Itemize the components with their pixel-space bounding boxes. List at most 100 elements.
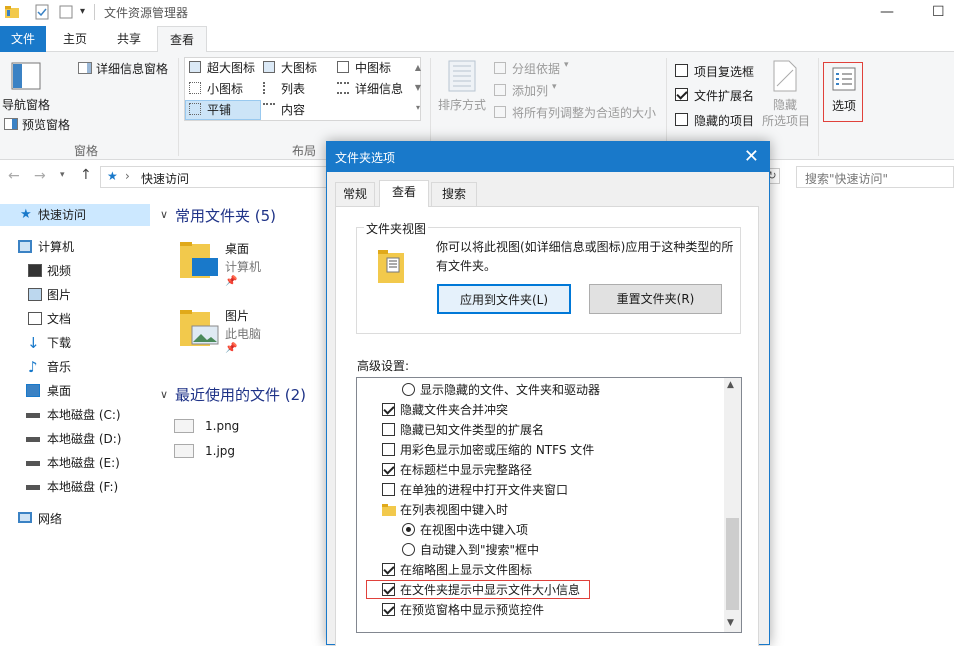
- scrollbar-thumb[interactable]: [726, 518, 739, 610]
- collapse-chevron-icon[interactable]: ∨: [160, 208, 168, 221]
- minimize-button[interactable]: —: [880, 4, 894, 20]
- tab-view[interactable]: 查看: [157, 26, 207, 53]
- maximize-button[interactable]: ☐: [932, 4, 945, 20]
- file-extensions-checkbox[interactable]: [675, 88, 688, 101]
- customize-quick-access-icon[interactable]: ▾: [80, 6, 85, 17]
- sidebar-item-documents[interactable]: 文档: [0, 308, 150, 330]
- title-divider: [94, 4, 95, 20]
- tiles-icon: [189, 103, 201, 115]
- back-arrow-icon[interactable]: ←: [8, 168, 20, 184]
- ribbon-tabs: 文件 主页 共享 查看: [0, 26, 954, 53]
- sidebar-item-drive-c[interactable]: 本地磁盘 (C:): [0, 404, 150, 426]
- sidebar-item-music[interactable]: ♪ 音乐: [0, 356, 150, 378]
- layout-small-icons[interactable]: 小图标: [207, 80, 243, 97]
- add-columns-label[interactable]: 添加列: [512, 82, 548, 99]
- sidebar-item-pictures[interactable]: 图片: [0, 284, 150, 306]
- radio-button[interactable]: [402, 523, 415, 536]
- setting-label: 显示隐藏的文件、文件夹和驱动器: [420, 383, 601, 397]
- frequent-folders-header[interactable]: 常用文件夹 (5): [175, 205, 276, 226]
- layout-group-label: 布局: [292, 144, 317, 158]
- layout-gallery: 超大图标 大图标 中图标 小图标 列表 详细信息 平铺 内容: [184, 57, 421, 121]
- tab-home[interactable]: 主页: [52, 26, 98, 52]
- checkbox[interactable]: [382, 603, 395, 616]
- checkbox[interactable]: [382, 563, 395, 576]
- recent-files-header[interactable]: 最近使用的文件 (2): [175, 384, 306, 405]
- sidebar-item-network[interactable]: 网络: [0, 508, 150, 530]
- folder-name: 桌面: [225, 242, 250, 256]
- radio-button[interactable]: [402, 543, 415, 556]
- pin-icon: 📌: [225, 343, 238, 354]
- sidebar-item-quick-access[interactable]: ★ 快速访问: [0, 204, 150, 226]
- tab-general[interactable]: 常规: [335, 182, 375, 206]
- setting-label: 在列表视图中键入时: [400, 503, 509, 517]
- hidden-items-checkbox[interactable]: [675, 113, 688, 126]
- item-checkboxes-checkbox[interactable]: [675, 64, 688, 77]
- sidebar-item-label: 计算机: [38, 240, 75, 254]
- layout-tiles[interactable]: 平铺: [207, 101, 231, 118]
- dialog-title-bar[interactable]: 文件夹选项 ✕: [327, 142, 769, 172]
- sort-by-label: 排序方式: [438, 98, 487, 112]
- setting-label: 在单独的进程中打开文件夹窗口: [400, 483, 569, 497]
- folder-app-icon: [5, 6, 19, 18]
- settings-scrollbar[interactable]: ▲ ▼: [724, 378, 741, 632]
- folder-location: 计算机: [225, 260, 262, 274]
- sidebar-item-drive-f[interactable]: 本地磁盘 (F:): [0, 476, 150, 498]
- desktop-folder-icon: [180, 242, 218, 278]
- content-area: ∨ 常用文件夹 (5) 桌面 计算机 📌 图片 此电脑 📌 ∨ 最近使用的文件 …: [152, 194, 326, 645]
- layout-list[interactable]: 列表: [281, 80, 305, 97]
- checkbox[interactable]: [382, 483, 395, 496]
- folder-icon: [382, 504, 396, 516]
- sidebar-item-computer[interactable]: 计算机: [0, 236, 150, 258]
- checkbox[interactable]: [382, 403, 395, 416]
- tab-view-options[interactable]: 查看: [379, 180, 429, 207]
- layout-details[interactable]: 详细信息: [355, 80, 403, 97]
- layout-content[interactable]: 内容: [281, 101, 305, 118]
- fit-columns-label[interactable]: 将所有列调整为合适的大小: [512, 104, 656, 121]
- scroll-up-icon[interactable]: ▲: [727, 380, 734, 390]
- search-input[interactable]: 搜索"快速访问": [796, 166, 954, 188]
- tab-share[interactable]: 共享: [106, 26, 152, 52]
- star-icon: ★: [20, 207, 32, 222]
- options-button[interactable]: 选项: [823, 62, 863, 122]
- sidebar-item-desktop[interactable]: 桌面: [0, 380, 150, 402]
- checkbox[interactable]: [382, 463, 395, 476]
- sidebar-item-drive-d[interactable]: 本地磁盘 (D:): [0, 428, 150, 450]
- layout-extra-large-icons[interactable]: 超大图标: [207, 59, 255, 76]
- reset-folders-button[interactable]: 重置文件夹(R): [589, 284, 722, 314]
- hide-selected-label: 隐藏: [773, 98, 798, 112]
- collapse-chevron-icon[interactable]: ∨: [160, 388, 168, 401]
- checkbox[interactable]: [382, 423, 395, 436]
- tab-file[interactable]: 文件: [0, 26, 46, 52]
- nav-pane-icon: [11, 62, 41, 90]
- breadcrumb-quick-access[interactable]: 快速访问: [141, 170, 189, 187]
- view-tab-panel: 文件夹视图 你可以将此视图(如详细信息或图标)应用于这种类型的所有文件夹。 应用…: [335, 206, 759, 646]
- group-by-icon: [494, 62, 506, 74]
- layout-large-icons[interactable]: 大图标: [281, 59, 317, 76]
- network-icon: [18, 512, 32, 523]
- properties-icon[interactable]: [34, 4, 50, 20]
- group-by-label[interactable]: 分组依据: [512, 60, 560, 77]
- new-folder-icon[interactable]: [58, 4, 74, 20]
- tab-search[interactable]: 搜索: [431, 182, 477, 206]
- highlight-box: [366, 580, 590, 599]
- radio-button[interactable]: [402, 383, 415, 396]
- recent-locations-icon[interactable]: ▾: [60, 170, 65, 180]
- sidebar-item-drive-e[interactable]: 本地磁盘 (E:): [0, 452, 150, 474]
- layout-gallery-scroll[interactable]: ▲ ▼ ▾: [414, 58, 422, 120]
- up-arrow-icon[interactable]: ↑: [80, 167, 92, 183]
- address-field[interactable]: ★ › 快速访问: [100, 166, 330, 188]
- sidebar-item-videos[interactable]: 视频: [0, 260, 150, 282]
- sidebar-item-label: 网络: [38, 512, 63, 526]
- drive-icon: [26, 461, 40, 466]
- apply-to-folders-button[interactable]: 应用到文件夹(L): [437, 284, 571, 314]
- forward-arrow-icon[interactable]: →: [34, 168, 46, 184]
- sidebar-item-downloads[interactable]: ↓ 下载: [0, 332, 150, 354]
- scroll-down-icon[interactable]: ▼: [727, 618, 734, 628]
- close-icon[interactable]: ✕: [744, 146, 759, 167]
- layout-medium-icons[interactable]: 中图标: [355, 59, 391, 76]
- checkbox[interactable]: [382, 443, 395, 456]
- fit-columns-icon: [494, 106, 506, 118]
- sidebar-item-label: 快速访问: [38, 208, 87, 222]
- sidebar-item-label: 文档: [47, 312, 72, 326]
- advanced-settings-tree[interactable]: 显示隐藏的文件、文件夹和驱动器 隐藏文件夹合并冲突 隐藏已知文件类型的扩展名 用…: [356, 377, 742, 633]
